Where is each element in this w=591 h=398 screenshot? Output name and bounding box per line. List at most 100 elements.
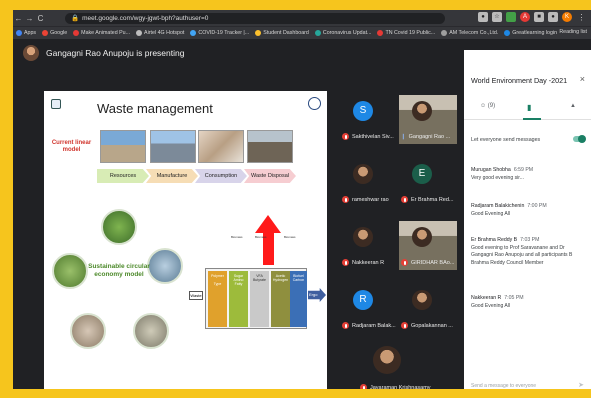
back-icon[interactable]: ← [13, 14, 24, 23]
participant-tile[interactable]: Gopalakannan ... [399, 284, 457, 333]
participant-name: Gopalakannan ... [411, 322, 453, 329]
mic-off-icon [401, 196, 408, 203]
presenter-bar: Gangagni Rao Anupoju is presenting [13, 39, 463, 67]
mic-off-icon [401, 259, 408, 266]
cycle-photo-right [147, 248, 183, 284]
bookmark-item[interactable]: Student Dashboard [255, 30, 309, 36]
message-time: 7:00 PM [527, 203, 547, 209]
message-sender: Nakkeeran R [471, 295, 502, 301]
participant-tile[interactable]: S Sakthivelan Siv... [340, 95, 398, 144]
panel-tabs: ☺ (9) ▮ ▲ [464, 100, 591, 120]
bookmark-label: Make Animated Pu... [81, 30, 131, 36]
bookmark-item[interactable]: Apps [16, 30, 36, 36]
process-col-4: Acetic Hydrogen [271, 271, 290, 327]
reload-icon[interactable]: C [35, 14, 46, 23]
forward-icon[interactable]: → [24, 14, 35, 23]
chevron-waste-disposal: Waste Disposal [244, 169, 296, 183]
message-body: Good evening to Prof Saravanane and Dr G… [471, 245, 573, 266]
tab-chat[interactable]: ▮ [527, 103, 531, 112]
menu-icon[interactable]: ⋮ [576, 13, 587, 22]
bookmark-item[interactable]: Airtel 4G Hotspot [136, 30, 184, 36]
cycle-photo-top [101, 209, 137, 245]
participant-name-row: ❙ Gangagni Rao ... [401, 134, 450, 140]
allow-messages-toggle[interactable] [573, 135, 586, 143]
participant-tile[interactable]: GIRIDHAR BAo... [399, 221, 457, 270]
bookmarks-bar: Apps Google Make Animated Pu... Airtel 4G H… [13, 26, 591, 39]
participant-name-row: Gopalakannan ... [401, 322, 453, 329]
participant-tile[interactable]: R Radjaram Balak... [340, 284, 398, 333]
address-bar[interactable]: 🔒 meet.google.com/wgy-jgwt-bph?authuser=0 [65, 13, 445, 24]
participant-name: Gangagni Rao ... [408, 134, 451, 140]
avatar[interactable]: K [562, 12, 572, 22]
participant-name: Nakkeeran R [352, 259, 385, 266]
puzzle-icon[interactable]: ■ [534, 12, 544, 22]
factory-photo [150, 130, 196, 163]
bookmark-label: Airtel 4G Hotspot [144, 30, 185, 36]
chat-message: Er Brahma Reddy B 7:03 PM Good evening to … [471, 237, 587, 267]
message-time: 7:05 PM [504, 295, 524, 301]
process-flow-box: Polymer Type Sugar Amino Fatty VFA Butyrate … [205, 268, 307, 329]
mic-off-icon [401, 322, 408, 329]
bookmark-label: Coronavirus Updat... [322, 30, 372, 36]
browser-toolbar: ← → C 🔒 meet.google.com/wgy-jgwt-bph?auth… [13, 10, 591, 26]
bookmark-label: AM Telecom Co.,Ltd. [449, 30, 499, 36]
camera-icon[interactable]: ● [478, 12, 488, 22]
bookmark-item[interactable]: Make Animated Pu... [73, 30, 130, 36]
linear-model-label: Current linear model [51, 140, 92, 153]
participant-avatar: E [412, 164, 432, 184]
message-input[interactable]: Send a message to everyone [471, 383, 536, 389]
participant-tile[interactable]: ❙ Gangagni Rao ... [399, 95, 457, 144]
people-count: (9) [487, 103, 496, 109]
extension-icon[interactable] [506, 12, 516, 22]
participant-name-row: rameshwar rao [342, 196, 389, 203]
participant-name: Radjaram Balak... [352, 322, 396, 329]
participant-name: Sakthivelan Siv... [352, 133, 394, 140]
close-icon[interactable]: × [580, 74, 585, 84]
extension-red-icon[interactable]: A [520, 12, 530, 22]
biomass-label-1: Biomass [231, 235, 243, 239]
participant-avatar [373, 346, 401, 374]
process-col-2: Sugar Amino Fatty [229, 271, 248, 327]
slide-title: Waste management [97, 101, 213, 116]
participant-tile[interactable]: E Er Brahma Red... [399, 158, 457, 207]
participant-tile[interactable]: rameshwar rao [340, 158, 398, 207]
reading-list[interactable]: Reading list [559, 29, 587, 35]
mic-off-icon [342, 133, 349, 140]
message-header: Radjaram Balakichenin 7:00 PM [471, 203, 587, 209]
process-col-5: Biofuel Carbon [290, 271, 307, 327]
profile-icon[interactable]: ● [548, 12, 558, 22]
bookmark-icon [136, 30, 143, 36]
message-header: Er Brahma Reddy B 7:03 PM [471, 237, 587, 243]
participant-tile[interactable]: Jayaraman Krishnasamy [358, 346, 431, 389]
linear-chevrons: Resources Manufacture Consumption Waste … [97, 169, 296, 183]
presenter-avatar [23, 45, 39, 61]
tab-people[interactable]: ☺ (9) [480, 103, 495, 109]
bookmark-item[interactable]: Google [42, 30, 67, 36]
participant-avatar [353, 227, 373, 247]
participant-tile[interactable]: Nakkeeran R [340, 221, 398, 270]
bookmark-item[interactable]: Greatlearning login [504, 30, 557, 36]
participant-name-row: Er Brahma Red... [401, 196, 454, 203]
message-header: Nakkeeran R 7:05 PM [471, 295, 587, 301]
panel-title: World Environment Day -2021 [471, 76, 568, 85]
message-body: Good Evening All [471, 303, 511, 309]
bookmark-icon [16, 30, 22, 36]
bookmark-icon [73, 30, 80, 36]
tab-activities[interactable]: ▲ [570, 103, 576, 109]
bookmark-label: Student Dashboard [263, 30, 309, 36]
mic-off-icon [342, 259, 349, 266]
star-icon[interactable]: ☆ [492, 12, 502, 22]
waste-input-box: Waste [189, 291, 203, 300]
bookmark-item[interactable]: COVID-19 Tracker |... [190, 30, 249, 36]
landfill-photo [247, 130, 293, 163]
message-body: Good Evening All [471, 211, 511, 217]
bookmark-label: COVID-19 Tracker |... [198, 30, 250, 36]
send-icon[interactable]: ➤ [578, 381, 584, 389]
bookmark-item[interactable]: Coronavirus Updat... [314, 30, 372, 36]
extensions: ● ☆ A ■ ● K ⋮ [478, 12, 587, 22]
bookmark-icon [42, 30, 49, 36]
bookmark-label: Google [50, 30, 68, 36]
mic-off-icon [360, 384, 367, 389]
bookmark-item[interactable]: TN Covid 19 Public... [377, 30, 435, 36]
bookmark-item[interactable]: AM Telecom Co.,Ltd. [441, 30, 498, 36]
